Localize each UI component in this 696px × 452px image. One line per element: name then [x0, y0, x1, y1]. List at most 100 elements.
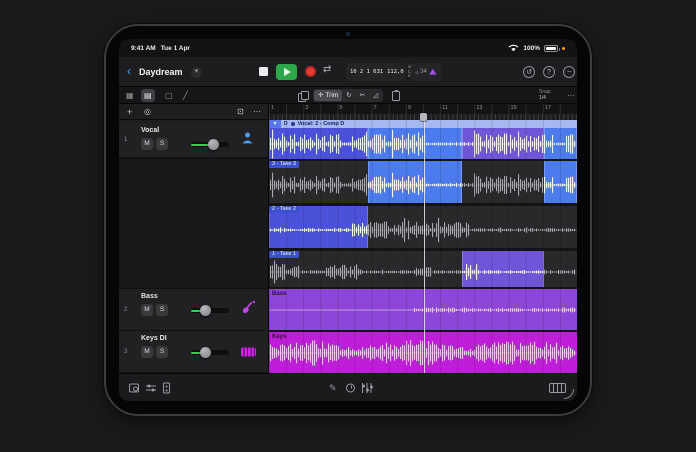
view-tracks-button[interactable]: ▤: [141, 89, 155, 102]
solo-button[interactable]: S: [156, 346, 168, 358]
smart-controls-button[interactable]: [346, 383, 355, 392]
track-header-bass[interactable]: 2 Bass M S: [119, 289, 268, 331]
tool-fade-segment[interactable]: ◿: [369, 90, 382, 101]
take-label: 1 - Take 1: [269, 251, 300, 258]
browser-button[interactable]: [129, 383, 139, 392]
corner-handle[interactable]: [564, 389, 574, 399]
solo-button[interactable]: S: [156, 304, 168, 316]
tool-trim-segment[interactable]: ✛ Trim: [314, 90, 343, 101]
track-header-panel: + ◎ ⊡ ⋯ 1 Vocal M S 2 Bass M S 3 Keys DI M S: [119, 104, 269, 373]
mute-button[interactable]: M: [141, 138, 153, 150]
mixer-button[interactable]: [146, 383, 156, 392]
bottom-bar: ✎: [119, 373, 577, 401]
help-button[interactable]: ?: [543, 66, 555, 78]
region-label: Keys: [272, 333, 287, 340]
comp-badge: D: [284, 121, 288, 127]
playhead[interactable]: [423, 113, 425, 373]
track-name: Bass: [141, 293, 158, 300]
keyboard-icon: [241, 347, 256, 356]
control-bar: ‹ Daydream ▾ ⇄ 10 2 1 631 112,0 4/4 C ma…: [119, 57, 577, 87]
speaker-icon: [290, 122, 295, 126]
bass-guitar-icon: [241, 300, 256, 320]
stop-button[interactable]: [259, 67, 268, 76]
region-label: Bass: [272, 290, 287, 297]
record-button[interactable]: [305, 66, 316, 77]
volume-slider[interactable]: [191, 138, 229, 150]
app-screen: 9:41 AM Tue 1 Apr 100% ‹ Daydream ▾ ⇄ 10…: [119, 39, 577, 401]
ruler-bar-number: 9: [407, 105, 411, 111]
aux-glyph: ◃: [415, 69, 419, 76]
timeline[interactable]: 135791113151719 ▾ D Vocal: 2 - Comp D 3 …: [269, 104, 577, 373]
take-selected-wave: [544, 161, 577, 203]
take-folder-label: Vocal: 2 - Comp D: [297, 121, 345, 127]
paste-icon[interactable]: [392, 90, 400, 101]
take-folder-disclosure[interactable]: ▾: [269, 120, 281, 128]
session-activity-icon: [429, 68, 437, 75]
take-label: 2 - Take 2: [269, 206, 300, 213]
track-catalog-button[interactable]: ◎: [144, 104, 151, 120]
ruler-bar-number: 7: [373, 105, 377, 111]
add-track-button[interactable]: +: [127, 104, 132, 120]
pencil-tool-button[interactable]: ✎: [329, 383, 337, 393]
track-header-vocal[interactable]: 1 Vocal M S: [119, 123, 268, 158]
mic-in-use-indicator: [562, 46, 565, 50]
arrange-area: + ◎ ⊡ ⋯ 1 Vocal M S 2 Bass M S 3 Keys DI M S 135791…: [119, 104, 577, 373]
view-automation-button[interactable]: ╱: [183, 87, 188, 104]
back-button[interactable]: ‹: [127, 63, 131, 79]
status-time: 9:41 AM: [131, 44, 156, 52]
toolbar-more-button[interactable]: ⋯: [567, 87, 575, 104]
minimize-button[interactable]: −: [563, 66, 575, 78]
ruler-bar-number: 1: [271, 105, 275, 111]
tool-segmented-control: ✛ Trim ↻ ✂ ◿: [313, 89, 384, 102]
tool-scissors-segment[interactable]: ✂: [356, 90, 369, 101]
vocalist-icon: [241, 131, 254, 149]
track-number: 2: [124, 306, 128, 313]
aux-display[interactable]: ◃ 34: [411, 63, 441, 81]
track-header-keys-di[interactable]: 3 Keys DI M S: [119, 331, 268, 373]
track-panel-more-button[interactable]: ⋯: [253, 104, 261, 120]
ruler-bar-number: 11: [442, 105, 448, 111]
status-date: Tue 1 Apr: [160, 44, 190, 52]
front-camera: [346, 32, 350, 36]
lcd-tempo: 112,0: [387, 69, 404, 75]
battery-icon: [544, 44, 560, 52]
ruler-bar-number: 5: [339, 105, 343, 111]
snap-control[interactable]: Snap 1/4: [539, 89, 551, 102]
channel-strip-button[interactable]: [163, 382, 170, 393]
volume-slider[interactable]: [191, 304, 229, 316]
trim-tool-icon: ✛: [318, 92, 324, 99]
ruler-bar-number: 13: [476, 105, 483, 111]
project-title[interactable]: Daydream: [139, 67, 183, 77]
track-name: Vocal: [141, 127, 160, 134]
view-live-loops-button[interactable]: ▢: [165, 87, 173, 104]
lcd-position: 10 2 1 631: [350, 69, 384, 75]
ruler-bar-number: 17: [544, 105, 551, 111]
tool-loop-segment[interactable]: ↻: [342, 90, 355, 101]
project-menu-button[interactable]: ▾: [191, 67, 202, 78]
copy-icon[interactable]: [298, 91, 309, 102]
mute-button[interactable]: M: [141, 304, 153, 316]
take-selected-wave: [461, 251, 545, 287]
view-grid-button[interactable]: ▦: [126, 87, 134, 104]
ruler-bar-number: 3: [305, 105, 309, 111]
mute-button[interactable]: M: [141, 346, 153, 358]
solo-button[interactable]: S: [156, 138, 168, 150]
undo-button[interactable]: ↺: [523, 66, 535, 78]
track-number: 3: [124, 348, 128, 355]
status-bar: 9:41 AM Tue 1 Apr 100%: [119, 39, 577, 57]
faders-button[interactable]: [362, 382, 373, 393]
track-name: Keys DI: [141, 335, 167, 342]
play-button[interactable]: [276, 64, 297, 80]
lcd-display[interactable]: 10 2 1 631 112,0 4/4 C maj: [346, 63, 415, 81]
take-lanes-header-area: [119, 158, 268, 289]
aux-value: 34: [420, 69, 427, 75]
edit-toolbar: ▦ ▤ ▢ ╱ ✛ Trim ↻ ✂ ◿ Snap 1/4 ⋯: [119, 87, 577, 104]
lane-view-button[interactable]: ⊡: [237, 104, 244, 120]
take-selected-wave: [368, 161, 462, 203]
playhead-handle[interactable]: [420, 112, 428, 121]
track-number: 1: [124, 137, 128, 143]
ipad-device: 9:41 AM Tue 1 Apr 100% ‹ Daydream ▾ ⇄ 10…: [104, 24, 592, 416]
cycle-button[interactable]: ⇄: [323, 64, 331, 75]
volume-slider[interactable]: [191, 346, 229, 358]
battery-percent: 100%: [523, 44, 540, 52]
